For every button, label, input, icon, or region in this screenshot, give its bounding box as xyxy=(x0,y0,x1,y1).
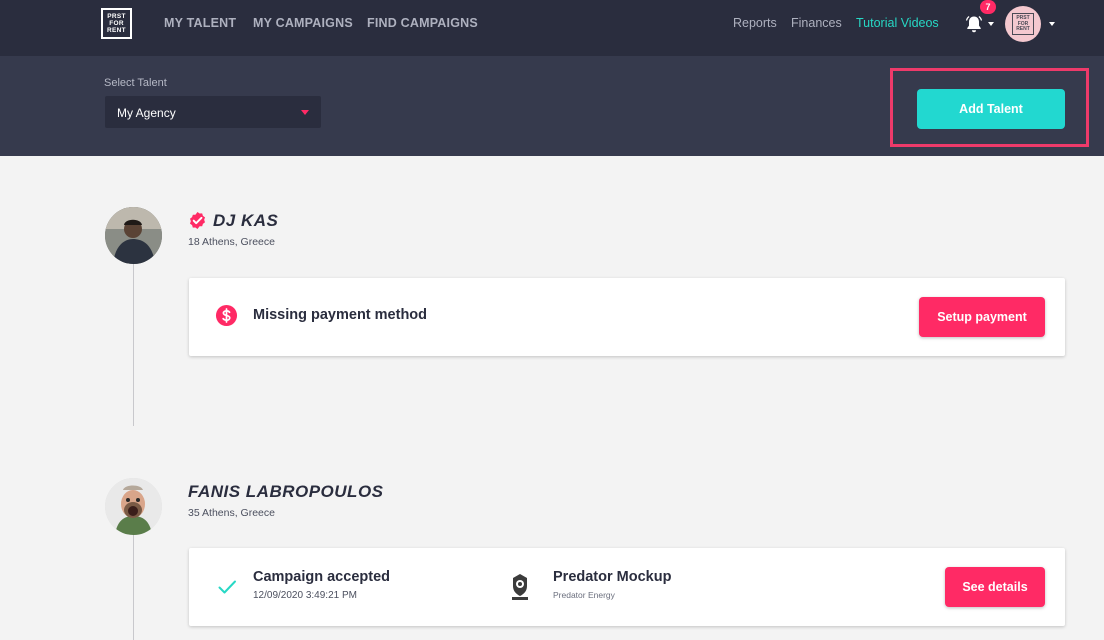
nav-tutorial-videos[interactable]: Tutorial Videos xyxy=(856,16,939,30)
payment-alert-card: Missing payment method Setup payment xyxy=(189,278,1065,356)
campaign-brand: Predator Energy xyxy=(553,590,615,600)
campaign-status-card: Campaign accepted 12/09/2020 3:49:21 PM … xyxy=(189,548,1065,626)
nav-reports[interactable]: Reports xyxy=(733,16,777,30)
verified-badge-icon xyxy=(189,211,206,230)
account-menu-chevron-icon[interactable] xyxy=(1049,22,1055,26)
talent-name[interactable]: FANIS LABROPOULOS xyxy=(188,482,384,502)
logo-line-1: PRST xyxy=(107,13,126,20)
nav-my-campaigns[interactable]: MY CAMPAIGNS xyxy=(253,16,353,30)
status-title: Campaign accepted xyxy=(253,569,390,585)
brand-logo[interactable]: PRST FOR RENT xyxy=(101,8,132,39)
nav-find-campaigns[interactable]: FIND CAMPAIGNS xyxy=(367,16,478,30)
dropdown-caret-icon xyxy=(301,110,309,115)
nav-finances[interactable]: Finances xyxy=(791,16,842,30)
talent-avatar[interactable] xyxy=(105,478,162,535)
select-talent-value: My Agency xyxy=(117,106,176,120)
talent-meta: 35 Athens, Greece xyxy=(188,507,275,519)
logo-line-2: FOR xyxy=(109,20,124,27)
setup-payment-button[interactable]: Setup payment xyxy=(919,297,1045,337)
select-talent-dropdown[interactable]: My Agency xyxy=(105,96,321,128)
talent-meta: 18 Athens, Greece xyxy=(188,236,275,248)
brand-logo-icon xyxy=(512,574,528,600)
talent-avatar[interactable] xyxy=(105,207,162,264)
logo-line-3: RENT xyxy=(107,27,126,34)
bell-icon[interactable] xyxy=(964,14,984,34)
see-details-button[interactable]: See details xyxy=(945,567,1045,607)
timeline-line xyxy=(133,534,134,640)
talent-name[interactable]: DJ KAS xyxy=(213,211,278,231)
talent-photo xyxy=(105,207,162,264)
user-avatar[interactable]: PRST FOR RENT xyxy=(1005,6,1041,42)
select-talent-label: Select Talent xyxy=(104,77,167,89)
check-icon xyxy=(218,580,236,594)
timeline-line xyxy=(133,264,134,426)
campaign-title[interactable]: Predator Mockup xyxy=(553,569,671,585)
nav-my-talent[interactable]: MY TALENT xyxy=(164,16,236,30)
chevron-down-icon[interactable] xyxy=(988,22,994,26)
avatar-logo-line-3: RENT xyxy=(1016,26,1030,32)
status-timestamp: 12/09/2020 3:49:21 PM xyxy=(253,590,357,601)
alert-title: Missing payment method xyxy=(253,307,428,323)
talent-photo xyxy=(105,478,162,535)
add-talent-button[interactable]: Add Talent xyxy=(917,89,1065,129)
top-navigation: PRST FOR RENT MY TALENT MY CAMPAIGNS FIN… xyxy=(0,0,1104,56)
avatar-logo: PRST FOR RENT xyxy=(1012,13,1034,35)
notification-badge: 7 xyxy=(980,0,996,14)
dollar-icon xyxy=(215,304,238,327)
